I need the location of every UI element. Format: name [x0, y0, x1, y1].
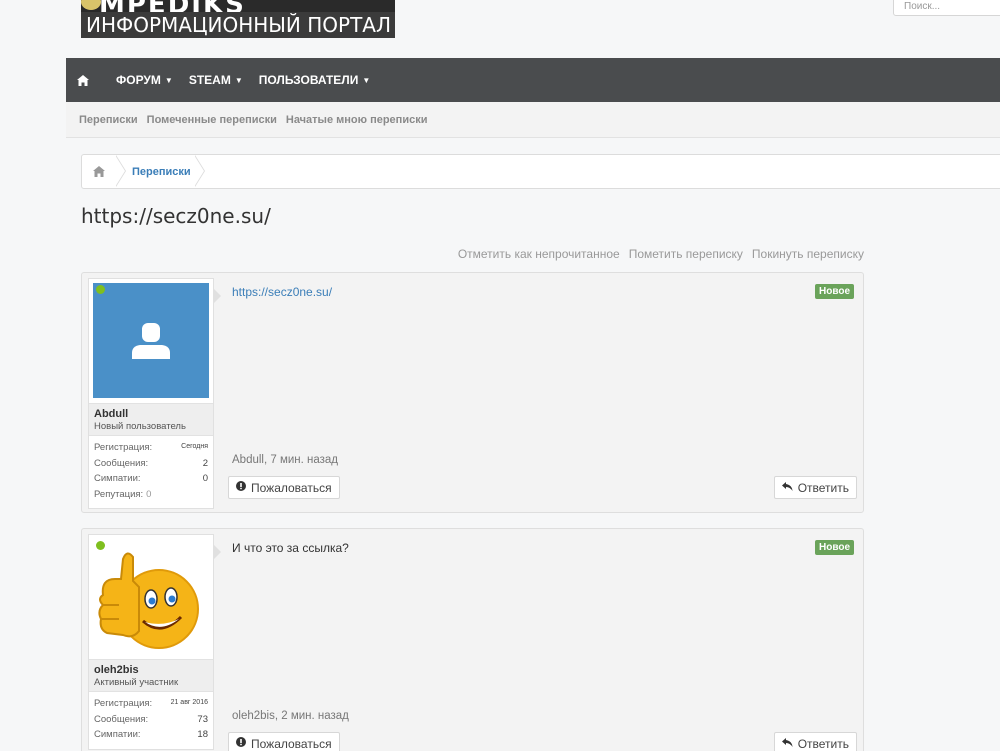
stat-value: 73: [197, 713, 208, 725]
message-text: И что это за ссылка?: [232, 541, 349, 555]
message-meta[interactable]: Abdull, 7 мин. назад: [232, 454, 338, 466]
leave-conversation-link[interactable]: Покинуть переписку: [752, 247, 864, 261]
search-input[interactable]: Поиск...: [893, 0, 1000, 16]
stat-value: 21 авг 2016: [170, 699, 208, 706]
nav-users-label: ПОЛЬЗОВАТЕЛИ: [258, 73, 359, 87]
new-badge: Новое: [814, 284, 854, 299]
reply-icon: [781, 481, 793, 494]
breadcrumb: Переписки: [81, 154, 1000, 189]
reply-button[interactable]: Ответить: [773, 476, 857, 499]
stat-row: Симпатии: 18: [94, 729, 208, 745]
nav-forum[interactable]: ФОРУМ ▼: [116, 58, 173, 102]
online-status-indicator: [96, 541, 105, 550]
message-user-info: Abdull Новый пользователь Регистрация: Се…: [88, 278, 221, 509]
username[interactable]: Abdull: [94, 408, 208, 420]
stat-value: Сегодня: [181, 443, 208, 450]
stat-value: 2: [202, 457, 208, 469]
message: oleh2bis Активный участник Регистрация: 2…: [81, 528, 864, 751]
page-title: https://secz0ne.su/: [81, 204, 271, 228]
breadcrumb-separator: [115, 155, 128, 188]
new-badge: Новое: [814, 540, 854, 555]
subnav-conversations[interactable]: Переписки: [79, 114, 138, 126]
stat-row: Сообщения: 2: [94, 458, 208, 474]
caret-down-icon: ▼: [234, 75, 243, 85]
star-conversation-link[interactable]: Пометить переписку: [629, 247, 743, 261]
nav-forum-label: ФОРУМ: [116, 73, 161, 87]
stat-label: Симпатии:: [94, 473, 141, 484]
stat-value: 18: [197, 729, 208, 740]
nav-steam-label: STEAM: [188, 73, 231, 87]
sub-navigation: Переписки Помеченные переписки Начатые м…: [66, 102, 1000, 138]
nav-steam[interactable]: STEAM ▼: [189, 58, 243, 102]
user-title: Активный участник: [94, 677, 179, 688]
username[interactable]: oleh2bis: [94, 664, 208, 676]
logo-bottom-text: ИНФОРМАЦИОННЫЙ ПОРТАЛ: [81, 12, 395, 38]
stat-value: 0: [202, 473, 208, 484]
nav-users[interactable]: ПОЛЬЗОВАТЕЛИ ▼: [259, 58, 371, 102]
report-button[interactable]: Пожаловаться: [228, 476, 340, 499]
home-icon: [93, 166, 105, 177]
site-logo[interactable]: MPEDIKS ИНФОРМАЦИОННЫЙ ПОРТАЛ: [81, 0, 395, 38]
avatar[interactable]: [89, 279, 213, 403]
reply-button[interactable]: Ответить: [773, 732, 857, 751]
exclamation-circle-icon: [236, 481, 246, 494]
stat-row: Регистрация: Сегодня: [94, 442, 208, 458]
message-meta[interactable]: oleh2bis, 2 мин. назад: [232, 710, 349, 722]
stat-label: Симпатии:: [94, 729, 141, 740]
report-label: Пожаловаться: [251, 736, 332, 751]
logo-top-text: MPEDIKS: [99, 0, 246, 12]
breadcrumb-home[interactable]: [82, 155, 116, 188]
stat-row: Репутация: 0: [94, 489, 208, 505]
stat-label: Регистрация:: [94, 442, 153, 453]
caret-down-icon: ▼: [164, 75, 173, 85]
message: Abdull Новый пользователь Регистрация: Се…: [81, 272, 864, 513]
stat-label: Регистрация:: [94, 698, 153, 709]
avatar[interactable]: [89, 535, 213, 659]
mark-unread-link[interactable]: Отметить как непрочитанное: [458, 247, 620, 261]
logo-emblem-icon: [81, 0, 101, 10]
thumbs-up-smiley-icon: [98, 552, 199, 649]
conversation-actions: Отметить как непрочитанное Пометить пере…: [458, 247, 864, 261]
reply-icon: [781, 737, 793, 750]
user-stats: Регистрация: 21 авг 2016 Сообщения: 73 Сим…: [89, 692, 213, 749]
reply-label: Ответить: [797, 736, 849, 751]
message-user-info: oleh2bis Активный участник Регистрация: 2…: [88, 534, 221, 750]
stat-label: Сообщения:: [94, 713, 149, 725]
stat-row: Регистрация: 21 авг 2016: [94, 698, 208, 714]
report-label: Пожаловаться: [251, 480, 332, 495]
nav-home-button[interactable]: [66, 58, 100, 102]
stat-label: Сообщения:: [94, 457, 149, 469]
caret-down-icon: ▼: [362, 75, 371, 85]
online-status-indicator: [96, 285, 105, 294]
user-title: Новый пользователь: [94, 421, 186, 432]
exclamation-circle-icon: [236, 737, 246, 750]
stat-row: Симпатии: 0: [94, 473, 208, 489]
stat-value: 0: [146, 488, 152, 500]
reply-label: Ответить: [797, 480, 849, 495]
default-user-icon: [132, 322, 170, 359]
report-button[interactable]: Пожаловаться: [228, 732, 340, 751]
message-text-link[interactable]: https://secz0ne.su/: [232, 285, 332, 299]
stat-label: Репутация:: [94, 488, 144, 500]
stat-row: Сообщения: 73: [94, 714, 208, 730]
breadcrumb-conversations[interactable]: Переписки: [128, 166, 195, 178]
user-stats: Регистрация: Сегодня Сообщения: 2 Симпатии…: [89, 436, 213, 508]
subnav-started-by-me[interactable]: Начатые мною переписки: [286, 114, 428, 126]
main-navbar: ФОРУМ ▼ STEAM ▼ ПОЛЬЗОВАТЕЛИ ▼: [66, 58, 1000, 102]
breadcrumb-separator: [193, 155, 207, 188]
home-icon: [77, 74, 89, 86]
subnav-starred[interactable]: Помеченные переписки: [147, 114, 277, 126]
